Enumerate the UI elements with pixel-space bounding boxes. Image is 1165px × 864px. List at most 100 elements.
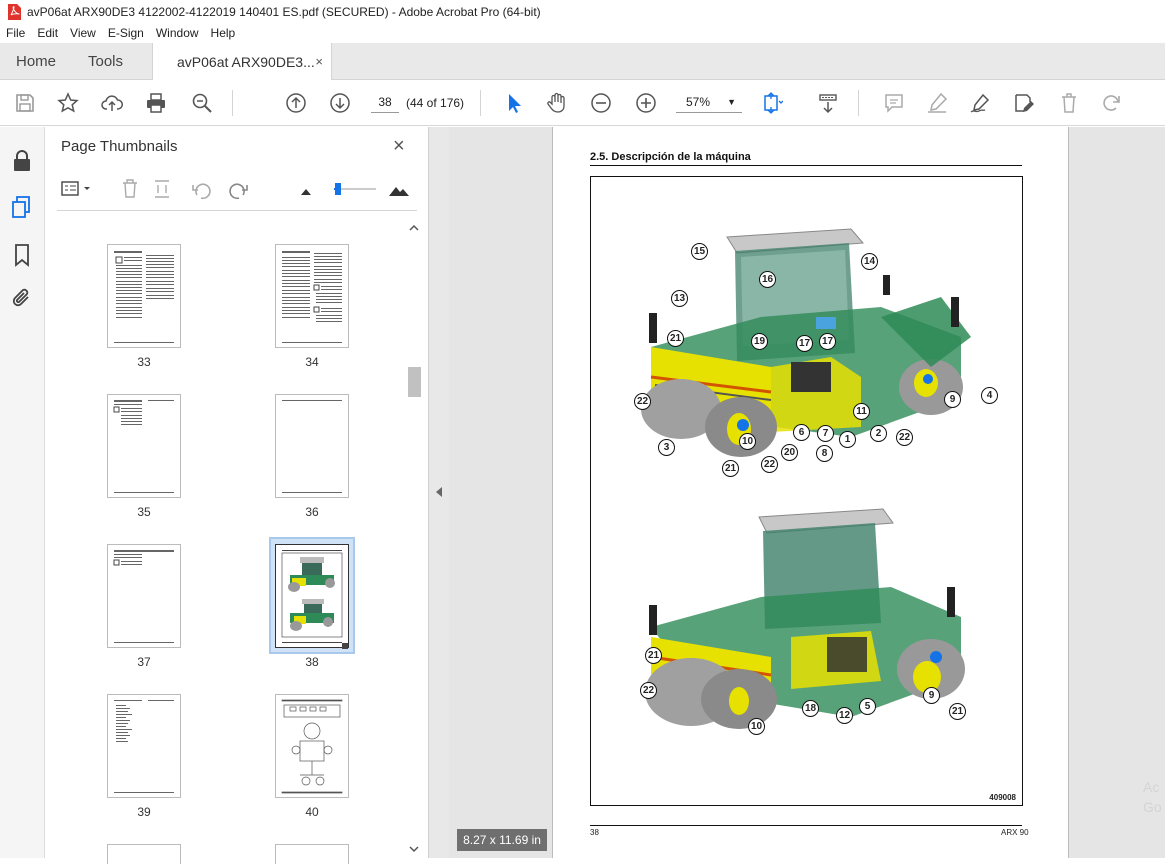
small-mountain-icon[interactable]: [301, 189, 311, 195]
menu-file[interactable]: File: [6, 26, 25, 40]
tab-close-icon[interactable]: ×: [315, 54, 323, 69]
menu-view[interactable]: View: [70, 26, 96, 40]
thumbnail-label-40: 40: [305, 805, 319, 819]
callout: 7: [817, 425, 834, 442]
callout: 4: [981, 387, 998, 404]
thumbnail-corner-handle[interactable]: [342, 643, 348, 649]
page-down-icon[interactable]: [326, 89, 354, 117]
thumbnail-page-42[interactable]: [275, 844, 349, 864]
save-icon[interactable]: [11, 89, 39, 117]
lock-icon[interactable]: [10, 149, 34, 173]
callout: 3: [658, 439, 675, 456]
chevron-down-icon: ▼: [727, 97, 736, 107]
callout: 14: [861, 253, 878, 270]
thumbnail-label-39: 39: [137, 805, 151, 819]
scrollbar-thumb[interactable]: [408, 367, 421, 397]
menu-edit[interactable]: Edit: [37, 26, 58, 40]
thumbnail-page-34[interactable]: [275, 244, 349, 348]
zoom-in-icon[interactable]: [632, 89, 660, 117]
large-mountain-icon[interactable]: [389, 187, 409, 196]
panel-splitter[interactable]: [429, 127, 449, 858]
page-thumbnails-icon[interactable]: [10, 195, 34, 219]
thumbnail-label-33: 33: [137, 355, 151, 369]
thumbnail-page-33[interactable]: [107, 244, 181, 348]
hand-tool-icon[interactable]: [543, 89, 571, 117]
redo-icon[interactable]: [1098, 89, 1126, 117]
main-toolbar: [0, 80, 1165, 126]
zoom-dropdown[interactable]: 57% ▼: [676, 91, 742, 113]
callout: 19: [751, 333, 768, 350]
thumbnail-page-37[interactable]: [107, 544, 181, 648]
menu-window[interactable]: Window: [156, 26, 199, 40]
thumbnail-page-40[interactable]: [275, 694, 349, 798]
menu-esign[interactable]: E-Sign: [108, 26, 144, 40]
edit-pdf-icon[interactable]: [1010, 89, 1038, 117]
page-number-input[interactable]: 38: [371, 91, 399, 113]
tab-tools[interactable]: Tools: [88, 43, 123, 80]
callout: 2: [870, 425, 887, 442]
callout: 13: [671, 290, 688, 307]
select-cursor-icon[interactable]: [500, 89, 528, 117]
footer-page-number: 38: [590, 828, 599, 837]
page-up-icon[interactable]: [282, 89, 310, 117]
thumbnail-page-38[interactable]: [275, 544, 349, 648]
zoom-search-icon[interactable]: [188, 89, 216, 117]
highlight-pen-icon[interactable]: [923, 89, 951, 117]
attachment-icon[interactable]: [10, 287, 34, 311]
thumbnail-size-slider[interactable]: [334, 183, 376, 195]
thumbnail-page-39[interactable]: [107, 694, 181, 798]
zoom-value: 57%: [686, 95, 711, 109]
title-bar: avP06at ARX90DE3 4122002-4122019 140401 …: [0, 0, 1165, 23]
acrobat-pdf-icon: [7, 3, 21, 20]
rotate-left-icon[interactable]: [192, 183, 211, 200]
upload-cloud-icon[interactable]: [98, 89, 126, 117]
thumbnail-page-36[interactable]: [275, 394, 349, 498]
callout: 21: [722, 460, 739, 477]
page-thumbnails-panel: Page Thumbnails × 33 34 35 36 37 38 39 4…: [45, 127, 429, 864]
scroll-mode-icon[interactable]: [814, 89, 842, 117]
delete-trash-icon[interactable]: [1055, 89, 1083, 117]
callout: 17: [796, 335, 813, 352]
fit-page-icon[interactable]: [758, 89, 786, 117]
tab-home[interactable]: Home: [16, 43, 56, 80]
thumbnail-label-34: 34: [305, 355, 319, 369]
callout: 22: [634, 393, 651, 410]
extract-page-icon[interactable]: [155, 180, 169, 198]
sign-pen-icon[interactable]: [966, 89, 994, 117]
tab-document-label: avP06at ARX90DE3...: [177, 54, 315, 70]
callout: 21: [667, 330, 684, 347]
delete-page-icon[interactable]: [123, 179, 137, 198]
callout: 17: [819, 333, 836, 350]
menu-help[interactable]: Help: [211, 26, 236, 40]
callout: 5: [859, 698, 876, 715]
callout: 1: [839, 431, 856, 448]
rotate-right-icon[interactable]: [229, 183, 248, 200]
thumbnail-label-36: 36: [305, 505, 319, 519]
panel-scrollbar[interactable]: [407, 219, 421, 858]
figure-id: 409008: [989, 793, 1016, 802]
thumbnail-options-icon[interactable]: [61, 181, 90, 196]
tab-document[interactable]: avP06at ARX90DE3... ×: [152, 43, 332, 81]
comment-icon[interactable]: [880, 89, 908, 117]
zoom-out-icon[interactable]: [587, 89, 615, 117]
page-count-label: (44 of 176): [406, 96, 465, 110]
callout: 22: [896, 429, 913, 446]
bookmark-star-icon[interactable]: [54, 89, 82, 117]
thumbnail-label-37: 37: [137, 655, 151, 669]
document-viewer[interactable]: 2.5. Descripción de la máquina 409008 15…: [449, 127, 1165, 858]
panel-toolbar: [57, 175, 417, 203]
panel-title: Page Thumbnails: [61, 138, 178, 155]
bookmarks-icon[interactable]: [10, 243, 34, 267]
thumbnail-page-41[interactable]: [107, 844, 181, 864]
callout: 22: [761, 456, 778, 473]
print-icon[interactable]: [142, 89, 170, 117]
window-title: avP06at ARX90DE3 4122002-4122019 140401 …: [27, 4, 541, 19]
callout: 21: [949, 703, 966, 720]
thumbnail-page-35[interactable]: [107, 394, 181, 498]
collapse-panel-icon[interactable]: [436, 487, 442, 497]
callout: 16: [759, 271, 776, 288]
panel-close-icon[interactable]: ×: [393, 135, 405, 158]
section-title: 2.5. Descripción de la máquina: [590, 151, 1022, 166]
thumbnail-label-38: 38: [305, 655, 319, 669]
page-size-badge: 8.27 x 11.69 in: [457, 829, 547, 851]
